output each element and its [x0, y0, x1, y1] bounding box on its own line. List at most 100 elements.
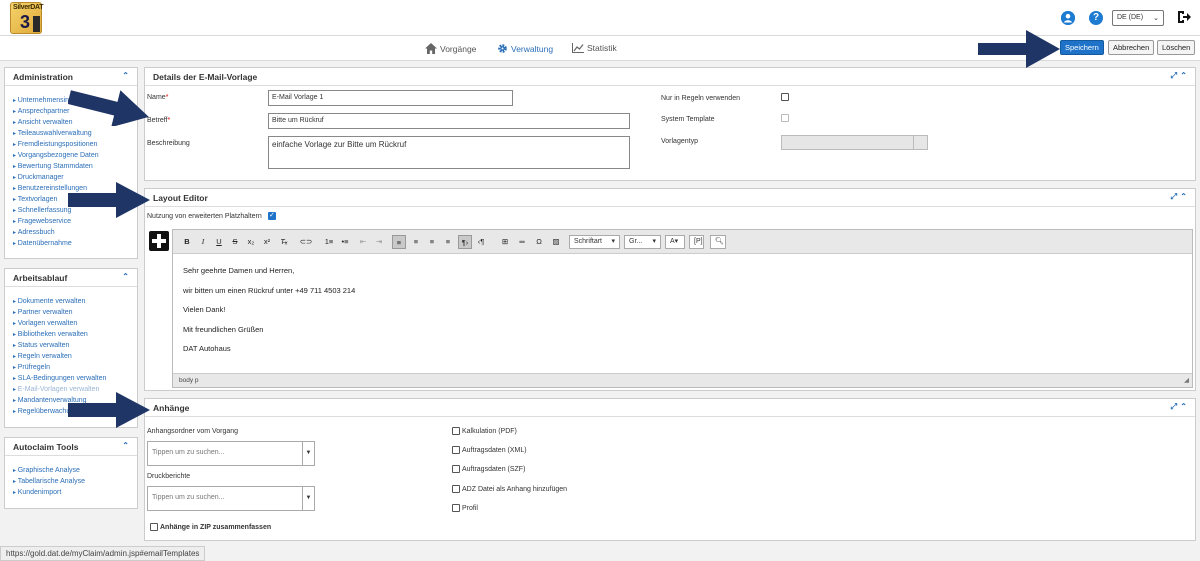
- caret-down-icon[interactable]: ▼: [302, 442, 314, 465]
- ltr-icon[interactable]: ¶›: [458, 235, 472, 249]
- numbered-list-icon[interactable]: 1≡: [322, 235, 336, 249]
- logout-icon[interactable]: [1176, 9, 1192, 25]
- sidebar-item[interactable]: Graphische Analyse: [13, 465, 137, 476]
- indent-icon[interactable]: ⇥: [372, 235, 386, 249]
- language-value: DE (DE): [1117, 14, 1144, 21]
- expand-icon[interactable]: ⤢: [1171, 71, 1177, 81]
- folder-combobox[interactable]: Tippen um zu suchen... ▼: [147, 441, 315, 466]
- chevron-up-icon[interactable]: ⌃: [122, 272, 129, 281]
- save-button[interactable]: Speichern: [1060, 40, 1104, 55]
- bold-button[interactable]: B: [180, 235, 194, 249]
- sidebar-list: Graphische AnalyseTabellarische AnalyseK…: [5, 456, 137, 498]
- extended-placeholders-checkbox[interactable]: [268, 211, 276, 220]
- link-icon[interactable]: ⊂⊃: [299, 235, 313, 249]
- sidebar-title[interactable]: Autoclaim Tools ⌃: [5, 438, 137, 456]
- arrow-annotation-attachments: [68, 392, 150, 428]
- sidebar-item[interactable]: Bibliotheken verwalten: [13, 329, 137, 340]
- image-icon[interactable]: ▨: [549, 235, 563, 249]
- subject-input[interactable]: Bitte um Rückruf: [268, 113, 630, 129]
- language-select[interactable]: DE (DE) ⌄: [1112, 10, 1164, 26]
- table-icon[interactable]: ⊞: [498, 235, 512, 249]
- sidebar-item[interactable]: Tabellarische Analyse: [13, 476, 137, 487]
- editor-content[interactable]: Sehr geehrte Damen und Herren, wir bitten…: [173, 254, 1192, 376]
- nav-item-verwaltung[interactable]: Verwaltung: [497, 43, 553, 54]
- chevron-up-icon[interactable]: ⌃: [122, 441, 129, 450]
- nav-label: Verwaltung: [511, 43, 554, 54]
- chevron-up-icon[interactable]: ⌃: [1180, 71, 1187, 80]
- remove-format-button[interactable]: T̶ₓ: [277, 235, 291, 249]
- arrow-annotation-save: [978, 30, 1060, 68]
- description-textarea[interactable]: einfache Vorlage zur Bitte um Rückruf: [268, 136, 630, 169]
- logo-text: SilverDAT: [13, 4, 44, 11]
- sidebar-item[interactable]: Prüfregeln: [13, 362, 137, 373]
- chart-icon: [572, 43, 584, 53]
- attachment-option-checkbox[interactable]: [452, 503, 460, 512]
- chevron-up-icon[interactable]: ⌃: [122, 71, 129, 80]
- sidebar-item[interactable]: Kundenimport: [13, 487, 137, 498]
- attachment-option-label: ADZ Datei als Anhang hinzufügen: [462, 485, 568, 493]
- attachment-option-checkbox[interactable]: [452, 446, 460, 455]
- sidebar-item[interactable]: Datenübernahme: [13, 238, 137, 249]
- outdent-icon[interactable]: ⇤: [356, 235, 370, 249]
- app-logo[interactable]: SilverDAT 3: [10, 2, 44, 34]
- zoom-button[interactable]: 🔍︎: [710, 235, 726, 249]
- font-family-dropdown[interactable]: Schriftart ▾: [569, 235, 620, 249]
- sidebar-item[interactable]: Partner verwalten: [13, 307, 137, 318]
- italic-button[interactable]: I: [196, 235, 210, 249]
- font-size-dropdown[interactable]: Gr... ▾: [624, 235, 661, 249]
- user-icon[interactable]: [1061, 11, 1075, 25]
- horizontal-rule-icon[interactable]: ═: [515, 235, 529, 249]
- bullet-list-icon[interactable]: •≡: [338, 235, 352, 249]
- sidebar-item[interactable]: Adressbuch: [13, 227, 137, 238]
- sidebar-item[interactable]: Vorlagen verwalten: [13, 318, 137, 329]
- align-center-icon[interactable]: ≡: [409, 235, 423, 249]
- description-label: Beschreibung: [147, 140, 190, 147]
- sidebar-title[interactable]: Arbeitsablauf ⌃: [5, 269, 137, 287]
- attachment-option-checkbox[interactable]: [452, 484, 460, 493]
- special-char-icon[interactable]: Ω: [532, 235, 546, 249]
- sidebar-item[interactable]: Dokumente verwalten: [13, 296, 137, 307]
- rules-only-checkbox[interactable]: [781, 93, 789, 101]
- help-icon[interactable]: ?: [1089, 11, 1103, 25]
- attachment-option-label: Auftragsdaten (XML): [462, 447, 527, 455]
- caret-down-icon[interactable]: ▼: [302, 487, 314, 510]
- template-type-field: [781, 135, 928, 150]
- sidebar-item[interactable]: SLA-Bedingungen verwalten: [13, 373, 137, 384]
- caret-down-icon: ▾: [611, 238, 615, 245]
- attachment-option-label: Profil: [462, 504, 478, 512]
- superscript-button[interactable]: x²: [260, 235, 274, 249]
- rtl-icon[interactable]: ‹¶: [474, 235, 488, 249]
- chevron-up-icon[interactable]: ⌃: [1180, 402, 1187, 411]
- sidebar-title[interactable]: Administration ⌃: [5, 68, 137, 86]
- panel-title: Autoclaim Tools: [13, 442, 79, 452]
- sidebar-item[interactable]: Vorgangsbezogene Daten: [13, 150, 137, 161]
- align-justify-icon[interactable]: ≡: [441, 235, 455, 249]
- cancel-button[interactable]: Abbrechen: [1108, 40, 1155, 55]
- name-input[interactable]: E-Mail Vorlage 1: [268, 90, 513, 106]
- subscript-button[interactable]: x₂: [244, 235, 258, 249]
- expand-icon[interactable]: ⤢: [1171, 402, 1177, 412]
- nav-item-statistik[interactable]: Statistik: [572, 43, 617, 53]
- expand-icon[interactable]: ⤢: [1171, 192, 1177, 202]
- placeholder-button[interactable]: [P]: [689, 235, 704, 249]
- text-color-button[interactable]: A▾: [665, 235, 685, 249]
- sidebar-item[interactable]: Status verwalten: [13, 340, 137, 351]
- chevron-up-icon[interactable]: ⌃: [1180, 192, 1187, 201]
- attachment-option-checkbox[interactable]: [452, 427, 460, 435]
- sidebar-item[interactable]: Regeln verwalten: [13, 351, 137, 362]
- resize-handle-icon[interactable]: ◢: [1184, 376, 1189, 384]
- underline-button[interactable]: U: [212, 235, 226, 249]
- sidebar-item[interactable]: Teileauswahlverwaltung: [13, 128, 137, 139]
- zip-checkbox[interactable]: [150, 523, 158, 531]
- nav-item-vorgaenge[interactable]: Vorgänge: [425, 43, 476, 54]
- template-type-label: Vorlagentyp: [661, 138, 698, 145]
- sidebar-item[interactable]: Bewertung Stammdaten: [13, 161, 137, 172]
- attachment-option-checkbox[interactable]: [452, 465, 460, 474]
- delete-button[interactable]: Löschen: [1157, 40, 1196, 55]
- print-reports-combobox[interactable]: Tippen um zu suchen... ▼: [147, 486, 315, 511]
- strike-button[interactable]: S: [228, 235, 242, 249]
- add-placeholder-button[interactable]: [149, 231, 169, 251]
- sidebar-item[interactable]: Fremdleistungspositionen: [13, 139, 137, 150]
- align-left-icon[interactable]: ≡: [392, 235, 406, 249]
- align-right-icon[interactable]: ≡: [425, 235, 439, 249]
